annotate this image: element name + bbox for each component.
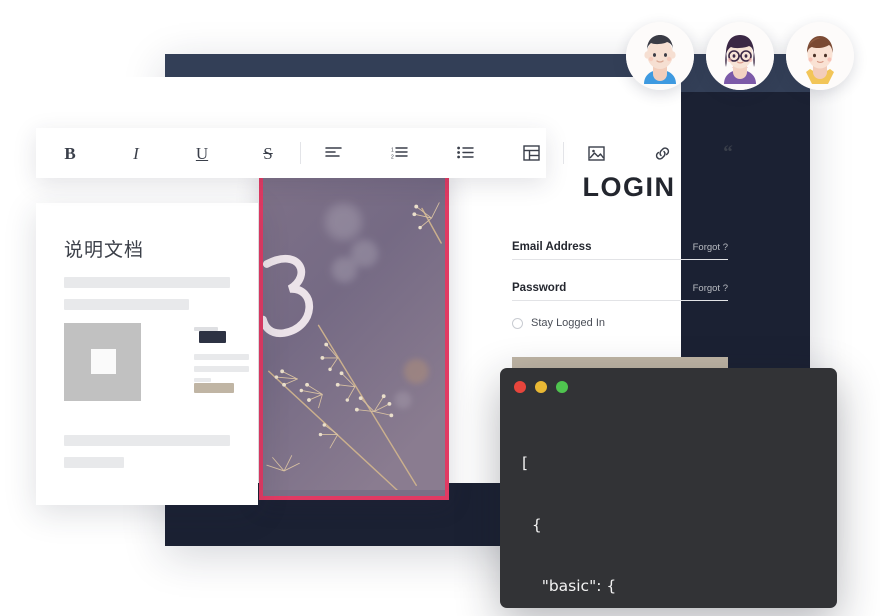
doc-skeleton-line: [194, 378, 211, 382]
email-forgot-link[interactable]: Forgot ?: [693, 242, 728, 253]
table-icon[interactable]: [515, 137, 547, 169]
password-field[interactable]: Password Forgot ?: [512, 282, 728, 301]
doc-skeleton-line: [64, 435, 230, 446]
link-icon[interactable]: [646, 137, 678, 169]
doc-thumbnail: [64, 323, 141, 401]
doc-skeleton-line: [64, 299, 189, 310]
svg-text:1: 1: [391, 148, 394, 154]
italic-icon[interactable]: I: [120, 137, 152, 169]
avatar-illustration-3: [786, 22, 854, 90]
doc-tan-bar: [194, 383, 234, 393]
code-line: {: [522, 515, 542, 534]
maximize-icon[interactable]: [556, 381, 568, 393]
code-content: [ { "basic": { "id": 59, "parentId": 32,…: [522, 412, 829, 608]
doc-skeleton-line: [194, 354, 249, 360]
stay-logged-in-label: Stay Logged In: [531, 317, 606, 329]
minimize-icon[interactable]: [535, 381, 547, 393]
bullet-list-icon[interactable]: [449, 137, 481, 169]
doc-skeleton-line: [194, 327, 218, 331]
doc-skeleton-line: [194, 366, 249, 372]
doc-skeleton-line: [64, 457, 124, 468]
code-line: "basic": {: [522, 577, 617, 595]
email-label: Email Address: [512, 241, 592, 253]
avatar-user-2[interactable]: [706, 22, 774, 90]
stay-logged-in-checkbox[interactable]: [512, 317, 523, 329]
toolbar-divider: [300, 142, 301, 164]
avatar-user-3[interactable]: [786, 22, 854, 90]
image-icon[interactable]: [580, 137, 612, 169]
doc-skeleton-line: [64, 277, 230, 288]
align-left-icon[interactable]: [317, 137, 349, 169]
email-field[interactable]: Email Address Forgot ?: [512, 241, 728, 260]
document-card[interactable]: 说明文档: [36, 203, 258, 505]
svg-text:2: 2: [391, 155, 394, 161]
password-label: Password: [512, 282, 567, 294]
toolbar-divider: [563, 142, 564, 164]
bold-icon[interactable]: B: [54, 137, 86, 169]
password-forgot-link[interactable]: Forgot ?: [693, 283, 728, 294]
close-icon[interactable]: [514, 381, 526, 393]
avatar-user-1[interactable]: [626, 22, 694, 90]
screenshot-stage: 说明文档 B I U S 1 2 “ LOGIN Email Address F…: [0, 0, 880, 616]
window-traffic-lights: [514, 381, 568, 393]
avatar-illustration-2: [706, 22, 774, 90]
document-title: 说明文档: [64, 240, 145, 261]
botanical-photo: [263, 174, 445, 491]
editor-toolbar: B I U S 1 2 “: [36, 128, 733, 178]
login-panel: LOGIN Email Address Forgot ? Password Fo…: [500, 150, 740, 381]
numbered-list-icon[interactable]: 1 2: [383, 137, 415, 169]
avatar-illustration-1: [626, 22, 694, 90]
stay-logged-in-row[interactable]: Stay Logged In: [500, 317, 740, 329]
login-fields: Email Address Forgot ? Password Forgot ?: [500, 241, 740, 301]
underline-icon[interactable]: U: [186, 137, 218, 169]
avatar-group: [626, 22, 854, 90]
blockquote-icon[interactable]: “: [712, 137, 744, 169]
doc-dark-button[interactable]: [199, 331, 226, 343]
strikethrough-icon[interactable]: S: [252, 137, 284, 169]
doc-thumbnail-inner: [91, 349, 116, 374]
code-line: [: [522, 454, 529, 472]
photo-card[interactable]: [259, 170, 449, 500]
code-window[interactable]: [ { "basic": { "id": 59, "parentId": 32,…: [500, 368, 837, 608]
